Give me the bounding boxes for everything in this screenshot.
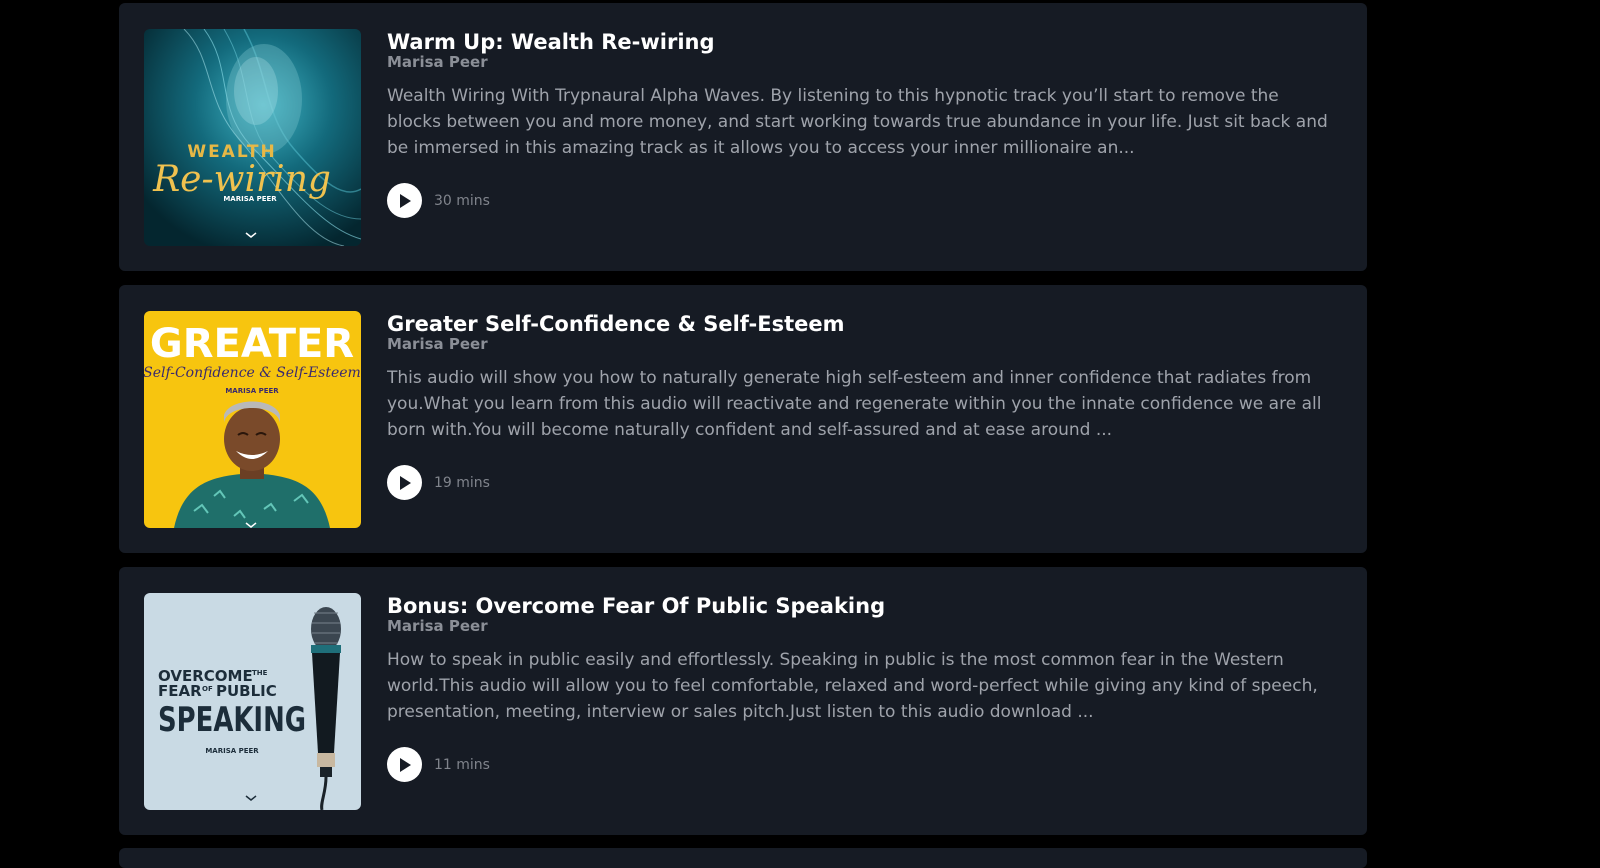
svg-text:GREATER: GREATER xyxy=(150,321,354,367)
svg-text:Re-wiring: Re-wiring xyxy=(152,159,331,200)
track-card[interactable]: GREATER Self-Confidence & Self-Esteem MA… xyxy=(119,285,1367,553)
track-card[interactable]: OVERCOME THE FEAR OF PUBLIC SPEAKING MAR… xyxy=(119,567,1367,835)
track-duration: 30 mins xyxy=(434,192,490,209)
microphone-cover-art: OVERCOME THE FEAR OF PUBLIC SPEAKING MAR… xyxy=(144,593,361,810)
play-button[interactable] xyxy=(387,183,422,218)
track-description: This audio will show you how to naturall… xyxy=(387,368,1322,440)
track-cover-image[interactable]: OVERCOME THE FEAR OF PUBLIC SPEAKING MAR… xyxy=(144,593,361,810)
track-cover-image[interactable]: GREATER Self-Confidence & Self-Esteem MA… xyxy=(144,311,361,528)
track-info: Warm Up: Wealth Re-wiring Marisa Peer We… xyxy=(387,27,1337,161)
play-button[interactable] xyxy=(387,465,422,500)
play-icon xyxy=(399,475,411,490)
svg-text:SPEAKING: SPEAKING xyxy=(158,700,306,740)
track-player: 19 mins xyxy=(387,465,490,500)
track-duration: 11 mins xyxy=(434,756,490,773)
svg-text:MARISA PEER: MARISA PEER xyxy=(205,747,259,755)
svg-text:PUBLIC: PUBLIC xyxy=(216,682,277,700)
track-description: Wealth Wiring With Trypnaural Alpha Wave… xyxy=(387,86,1328,158)
play-icon xyxy=(399,193,411,208)
track-player: 30 mins xyxy=(387,183,490,218)
track-duration: 19 mins xyxy=(434,474,490,491)
smiling-man-cover-art: GREATER Self-Confidence & Self-Esteem MA… xyxy=(144,311,361,528)
track-card-partial[interactable] xyxy=(119,848,1367,868)
track-card[interactable]: WEALTH Re-wiring MARISA PEER Warm Up: We… xyxy=(119,3,1367,271)
track-player: 11 mins xyxy=(387,747,490,782)
svg-text:MARISA PEER: MARISA PEER xyxy=(223,195,277,203)
svg-text:Self-Confidence & Self-Esteem: Self-Confidence & Self-Esteem xyxy=(144,365,361,381)
play-button[interactable] xyxy=(387,747,422,782)
svg-text:MARISA PEER: MARISA PEER xyxy=(225,387,279,395)
svg-text:OF: OF xyxy=(202,685,213,693)
wealth-cover-art: WEALTH Re-wiring MARISA PEER xyxy=(144,29,361,246)
track-info: Greater Self-Confidence & Self-Esteem Ma… xyxy=(387,309,1337,443)
svg-text:THE: THE xyxy=(252,669,268,677)
track-cover-image[interactable]: WEALTH Re-wiring MARISA PEER xyxy=(144,29,361,246)
svg-text:FEAR: FEAR xyxy=(158,682,202,700)
track-info: Bonus: Overcome Fear Of Public Speaking … xyxy=(387,591,1337,725)
play-icon xyxy=(399,757,411,772)
track-description: How to speak in public easily and effort… xyxy=(387,650,1318,722)
